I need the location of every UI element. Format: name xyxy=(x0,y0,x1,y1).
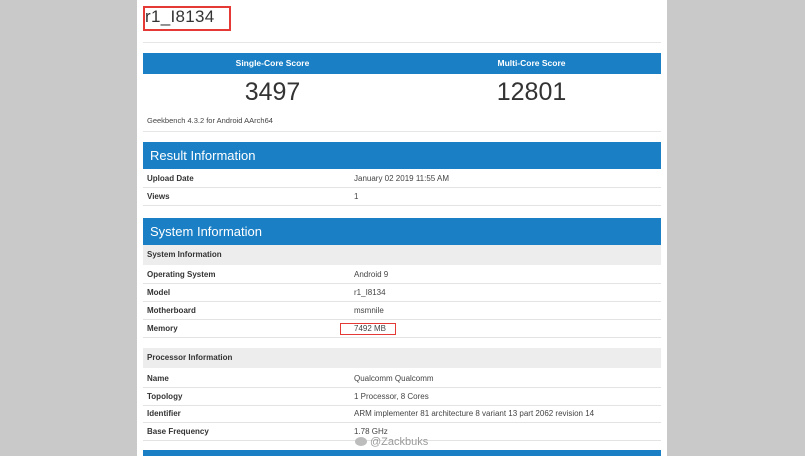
watermark: @Zackbuks xyxy=(355,436,428,448)
page-title: r1_I8134 xyxy=(145,7,215,26)
single-core-label: Single-Core Score xyxy=(235,58,310,68)
table-row: Topology 1 Processor, 8 Cores xyxy=(143,388,661,406)
row-value: 1 xyxy=(354,192,359,201)
row-value: Qualcomm Qualcomm xyxy=(354,374,434,383)
multi-core-score: 12801 xyxy=(496,78,567,106)
table-row: Identifier ARM implementer 81 architectu… xyxy=(143,405,661,423)
row-key: Name xyxy=(147,374,169,383)
row-value: January 02 2019 11:55 AM xyxy=(354,174,450,183)
table-row: Upload Date January 02 2019 11:55 AM xyxy=(143,170,661,188)
section-title: Result Information xyxy=(150,148,256,163)
row-key: Upload Date xyxy=(147,174,194,183)
single-core-score: 3497 xyxy=(244,78,301,106)
table-row: Name Qualcomm Qualcomm xyxy=(143,370,661,388)
system-subheader: System Information xyxy=(143,245,661,265)
result-information-header: Result Information xyxy=(143,142,661,169)
subheader-label: System Information xyxy=(147,250,222,259)
row-value: r1_I8134 xyxy=(354,288,386,297)
score-header: Single-Core Score Multi-Core Score xyxy=(143,53,661,74)
row-value: ARM implementer 81 architecture 8 varian… xyxy=(354,409,595,418)
row-value: Android 9 xyxy=(354,270,389,279)
row-key: Base Frequency xyxy=(147,427,209,436)
watermark-text: @Zackbuks xyxy=(370,436,429,448)
divider xyxy=(143,42,661,43)
multi-core-label: Multi-Core Score xyxy=(497,58,566,68)
benchmark-version: Geekbench 4.3.2 for Android AArch64 xyxy=(147,116,273,125)
row-value: 1 Processor, 8 Cores xyxy=(354,392,429,401)
table-row: Memory 7492 MB xyxy=(143,320,661,338)
row-key: Motherboard xyxy=(147,306,196,315)
row-key: Views xyxy=(147,192,170,201)
weibo-icon xyxy=(355,437,367,446)
table-row: Views 1 xyxy=(143,188,661,206)
results-page: r1_I8134 Single-Core Score Multi-Core Sc… xyxy=(137,0,667,456)
next-section-header xyxy=(143,450,661,456)
row-value: msmnile xyxy=(354,306,384,315)
memory-highlight-box xyxy=(340,323,396,335)
row-key: Model xyxy=(147,288,171,297)
table-row: Motherboard msmnile xyxy=(143,302,661,320)
subheader-label: Processor Information xyxy=(147,353,233,362)
divider xyxy=(143,131,661,132)
section-title: System Information xyxy=(150,224,262,239)
row-key: Identifier xyxy=(147,409,181,418)
row-key: Memory xyxy=(147,324,178,333)
row-key: Topology xyxy=(147,392,183,401)
system-information-header: System Information xyxy=(143,218,661,245)
row-key: Operating System xyxy=(147,270,216,279)
processor-subheader: Processor Information xyxy=(143,348,661,368)
table-row: Model r1_I8134 xyxy=(143,284,661,302)
table-row: Operating System Android 9 xyxy=(143,266,661,284)
